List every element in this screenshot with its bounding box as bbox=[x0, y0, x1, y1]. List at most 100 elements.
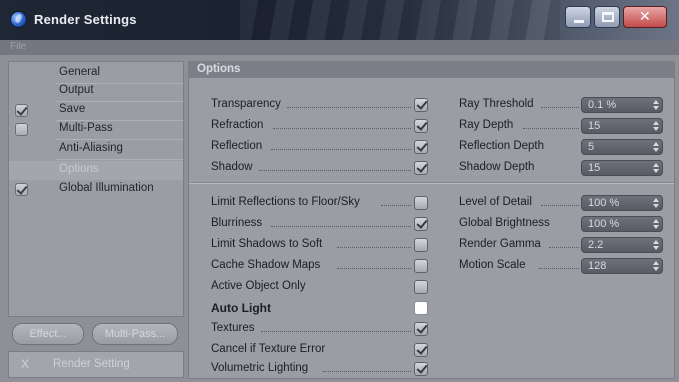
field-ray-threshold: Ray Threshold 0.1 % bbox=[459, 95, 665, 115]
sidebar-item-label: Save bbox=[59, 103, 86, 115]
option-reflection[interactable]: Reflection bbox=[211, 137, 435, 157]
option-cancel-texture-error[interactable]: Cancel if Texture Error bbox=[211, 340, 435, 360]
sidebar-item-options[interactable]: Options bbox=[9, 161, 183, 180]
active-object-only-checkbox[interactable] bbox=[414, 280, 428, 294]
options-header-label: Options bbox=[197, 63, 241, 75]
field-label: Global Brightness bbox=[459, 217, 550, 229]
volumetric-lighting-checkbox[interactable] bbox=[414, 362, 428, 376]
sidebar-item-multi-pass[interactable]: Multi-Pass bbox=[9, 120, 183, 139]
option-label: Limit Reflections to Floor/Sky bbox=[211, 196, 360, 208]
stepper-arrows-icon[interactable] bbox=[653, 218, 659, 230]
option-label: Cancel if Texture Error bbox=[211, 343, 326, 355]
maximize-button[interactable] bbox=[594, 6, 620, 28]
cancel-texture-error-checkbox[interactable] bbox=[414, 343, 428, 357]
reflection-depth-input[interactable]: 5 bbox=[581, 139, 663, 155]
field-value: 5 bbox=[588, 141, 595, 153]
stepper-arrows-icon[interactable] bbox=[653, 141, 659, 153]
stepper-arrows-icon[interactable] bbox=[653, 120, 659, 132]
title-bar[interactable]: Render Settings ✕ bbox=[0, 0, 679, 40]
field-value: 2.2 bbox=[588, 239, 604, 251]
save-enable-checkbox[interactable] bbox=[15, 104, 28, 117]
shadow-depth-input[interactable]: 15 bbox=[581, 160, 663, 176]
level-of-detail-input[interactable]: 100 % bbox=[581, 195, 663, 211]
cache-shadow-maps-checkbox[interactable] bbox=[414, 259, 428, 273]
effect-button[interactable]: Effect... bbox=[12, 323, 84, 345]
auto-light-checkbox[interactable] bbox=[414, 301, 428, 315]
leader-dots bbox=[271, 149, 411, 150]
option-label: Textures bbox=[211, 322, 255, 334]
option-label: Shadow bbox=[211, 161, 253, 173]
multi-pass-enable-checkbox[interactable] bbox=[15, 123, 28, 136]
limit-reflections-checkbox[interactable] bbox=[414, 196, 428, 210]
field-shadow-depth: Shadow Depth 15 bbox=[459, 158, 665, 178]
render-setting-bar[interactable]: X Render Setting bbox=[8, 351, 184, 378]
sidebar-item-label: Multi-Pass bbox=[59, 122, 113, 134]
section-divider bbox=[189, 182, 674, 184]
textures-checkbox[interactable] bbox=[414, 322, 428, 336]
sidebar-item-global-illumination[interactable]: Global Illumination bbox=[9, 180, 183, 199]
stepper-arrows-icon[interactable] bbox=[653, 239, 659, 251]
option-label: Limit Shadows to Soft bbox=[211, 238, 323, 250]
option-cache-shadow-maps[interactable]: Cache Shadow Maps bbox=[211, 256, 435, 276]
shadow-checkbox[interactable] bbox=[414, 161, 428, 175]
close-button[interactable]: ✕ bbox=[623, 6, 667, 28]
option-label: Cache Shadow Maps bbox=[211, 259, 321, 271]
option-blurriness[interactable]: Blurriness bbox=[211, 214, 435, 234]
option-transparency[interactable]: Transparency bbox=[211, 95, 435, 115]
reflection-checkbox[interactable] bbox=[414, 140, 428, 154]
ray-threshold-input[interactable]: 0.1 % bbox=[581, 97, 663, 113]
sidebar-item-anti-aliasing[interactable]: Anti-Aliasing bbox=[9, 140, 183, 159]
app-globe-icon[interactable] bbox=[10, 11, 27, 28]
maximize-icon bbox=[602, 12, 614, 22]
option-auto-light[interactable]: Auto Light bbox=[211, 298, 435, 318]
stepper-arrows-icon[interactable] bbox=[653, 197, 659, 209]
option-refraction[interactable]: Refraction bbox=[211, 116, 435, 136]
render-gamma-input[interactable]: 2.2 bbox=[581, 237, 663, 253]
limit-shadows-checkbox[interactable] bbox=[414, 238, 428, 252]
global-brightness-input[interactable]: 100 % bbox=[581, 216, 663, 232]
option-limit-shadows[interactable]: Limit Shadows to Soft bbox=[211, 235, 435, 255]
stepper-arrows-icon[interactable] bbox=[653, 99, 659, 111]
leader-dots bbox=[337, 268, 411, 269]
field-value: 128 bbox=[588, 260, 607, 272]
window-title: Render Settings bbox=[34, 12, 137, 27]
field-value: 15 bbox=[588, 162, 601, 174]
sidebar-item-general[interactable]: General bbox=[9, 64, 183, 83]
field-motion-scale: Motion Scale 128 bbox=[459, 256, 665, 276]
option-limit-reflections[interactable]: Limit Reflections to Floor/Sky bbox=[211, 193, 435, 213]
option-label: Auto Light bbox=[211, 301, 271, 315]
option-textures[interactable]: Textures bbox=[211, 319, 435, 339]
ray-depth-input[interactable]: 15 bbox=[581, 118, 663, 134]
menu-file[interactable]: File bbox=[10, 41, 26, 52]
global-illumination-enable-checkbox[interactable] bbox=[15, 183, 28, 196]
sidebar-item-output[interactable]: Output bbox=[9, 82, 183, 101]
option-volumetric-lighting[interactable]: Volumetric Lighting bbox=[211, 359, 435, 379]
leader-dots bbox=[261, 331, 411, 332]
field-label: Shadow Depth bbox=[459, 161, 535, 173]
options-panel: Options Transparency Refraction Reflecti… bbox=[188, 61, 675, 379]
field-render-gamma: Render Gamma 2.2 bbox=[459, 235, 665, 255]
option-active-object-only[interactable]: Active Object Only bbox=[211, 277, 435, 297]
leader-dots bbox=[381, 205, 411, 206]
blurriness-checkbox[interactable] bbox=[414, 217, 428, 231]
option-label: Volumetric Lighting bbox=[211, 362, 309, 374]
option-label: Blurriness bbox=[211, 217, 263, 229]
close-setting-icon[interactable]: X bbox=[21, 357, 29, 371]
dialog-body: General Output Save Multi-Pass Anti-Alia… bbox=[0, 55, 679, 382]
minimize-button[interactable] bbox=[565, 6, 591, 28]
refraction-checkbox[interactable] bbox=[414, 119, 428, 133]
field-value: 100 % bbox=[588, 218, 620, 230]
field-reflection-depth: Reflection Depth 5 bbox=[459, 137, 665, 157]
field-ray-depth: Ray Depth 15 bbox=[459, 116, 665, 136]
sidebar-item-label: General bbox=[59, 66, 100, 78]
stepper-arrows-icon[interactable] bbox=[653, 260, 659, 272]
sidebar-item-save[interactable]: Save bbox=[9, 101, 183, 120]
transparency-checkbox[interactable] bbox=[414, 98, 428, 112]
option-shadow[interactable]: Shadow bbox=[211, 158, 435, 178]
sidebar-item-label: Global Illumination bbox=[59, 182, 154, 194]
motion-scale-input[interactable]: 128 bbox=[581, 258, 663, 274]
multi-pass-button[interactable]: Multi-Pass... bbox=[92, 323, 178, 345]
settings-sidebar: General Output Save Multi-Pass Anti-Alia… bbox=[8, 61, 184, 317]
option-label: Transparency bbox=[211, 98, 281, 110]
stepper-arrows-icon[interactable] bbox=[653, 162, 659, 174]
